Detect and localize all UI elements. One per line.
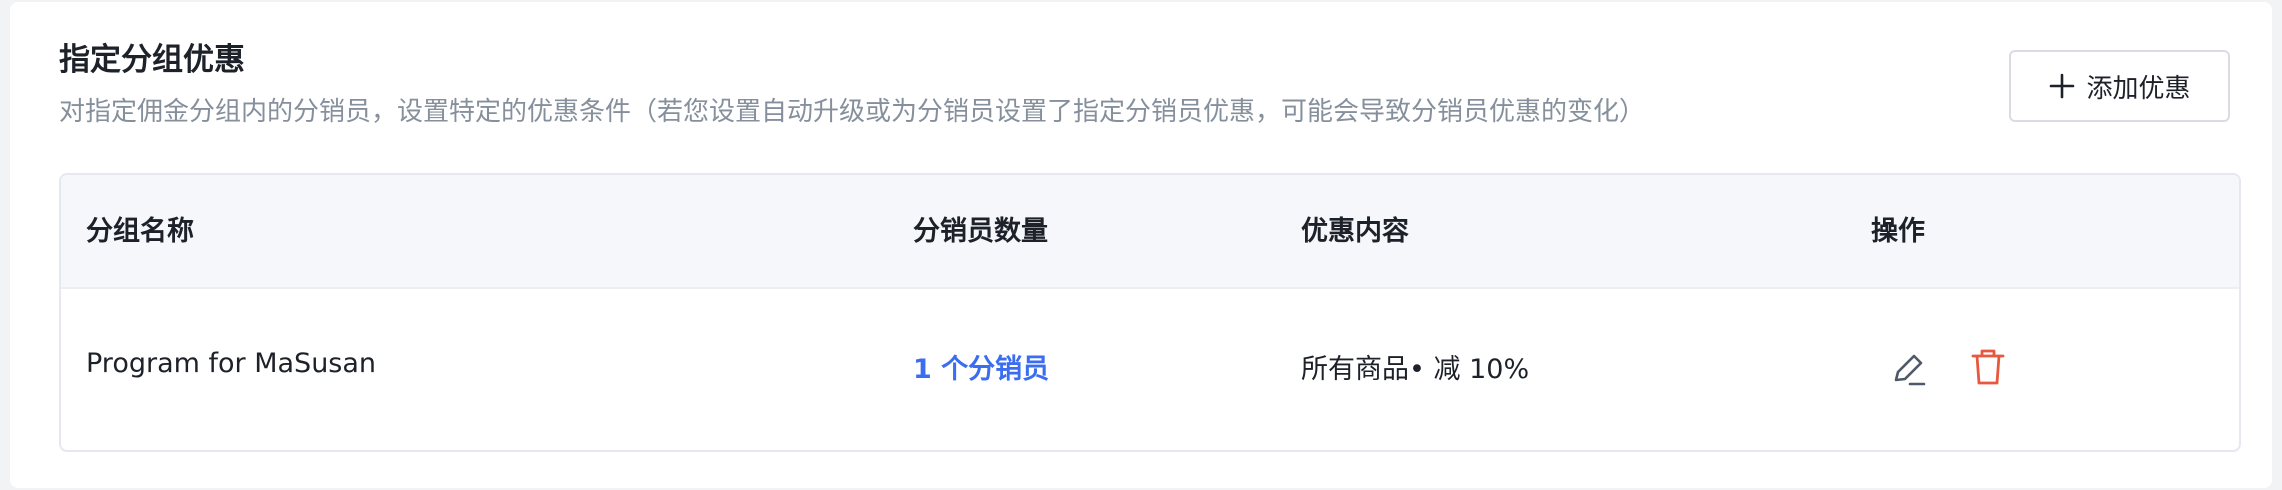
plus-icon	[2048, 72, 2076, 100]
section-description: 对指定佣金分组内的分销员，设置特定的优惠条件（若您设置自动升级或为分销员设置了指…	[59, 97, 1646, 127]
cell-discount: 所有商品• 减 10%	[1301, 354, 1530, 385]
column-header-actions: 操作	[1871, 216, 1925, 247]
table-header: 分组名称 分销员数量 优惠内容 操作	[61, 175, 2239, 289]
delete-icon[interactable]	[1966, 345, 2010, 389]
group-discount-card: 指定分组优惠 对指定佣金分组内的分销员，设置特定的优惠条件（若您设置自动升级或为…	[10, 2, 2272, 488]
discount-table: 分组名称 分销员数量 优惠内容 操作 Program for MaSusan 1…	[59, 173, 2241, 452]
member-count-link[interactable]: 1 个分销员	[913, 289, 1049, 450]
cell-group-name: Program for MaSusan	[86, 348, 377, 379]
edit-icon[interactable]	[1887, 347, 1931, 391]
column-header-discount: 优惠内容	[1301, 216, 1409, 247]
add-discount-label: 添加优惠	[2086, 73, 2191, 104]
table-row: Program for MaSusan 1 个分销员 所有商品• 减 10%	[61, 289, 2239, 450]
section-title: 指定分组优惠	[59, 42, 245, 78]
column-header-group-name: 分组名称	[86, 216, 194, 247]
column-header-member-count: 分销员数量	[913, 216, 1048, 247]
add-discount-button[interactable]: 添加优惠	[2009, 50, 2230, 122]
